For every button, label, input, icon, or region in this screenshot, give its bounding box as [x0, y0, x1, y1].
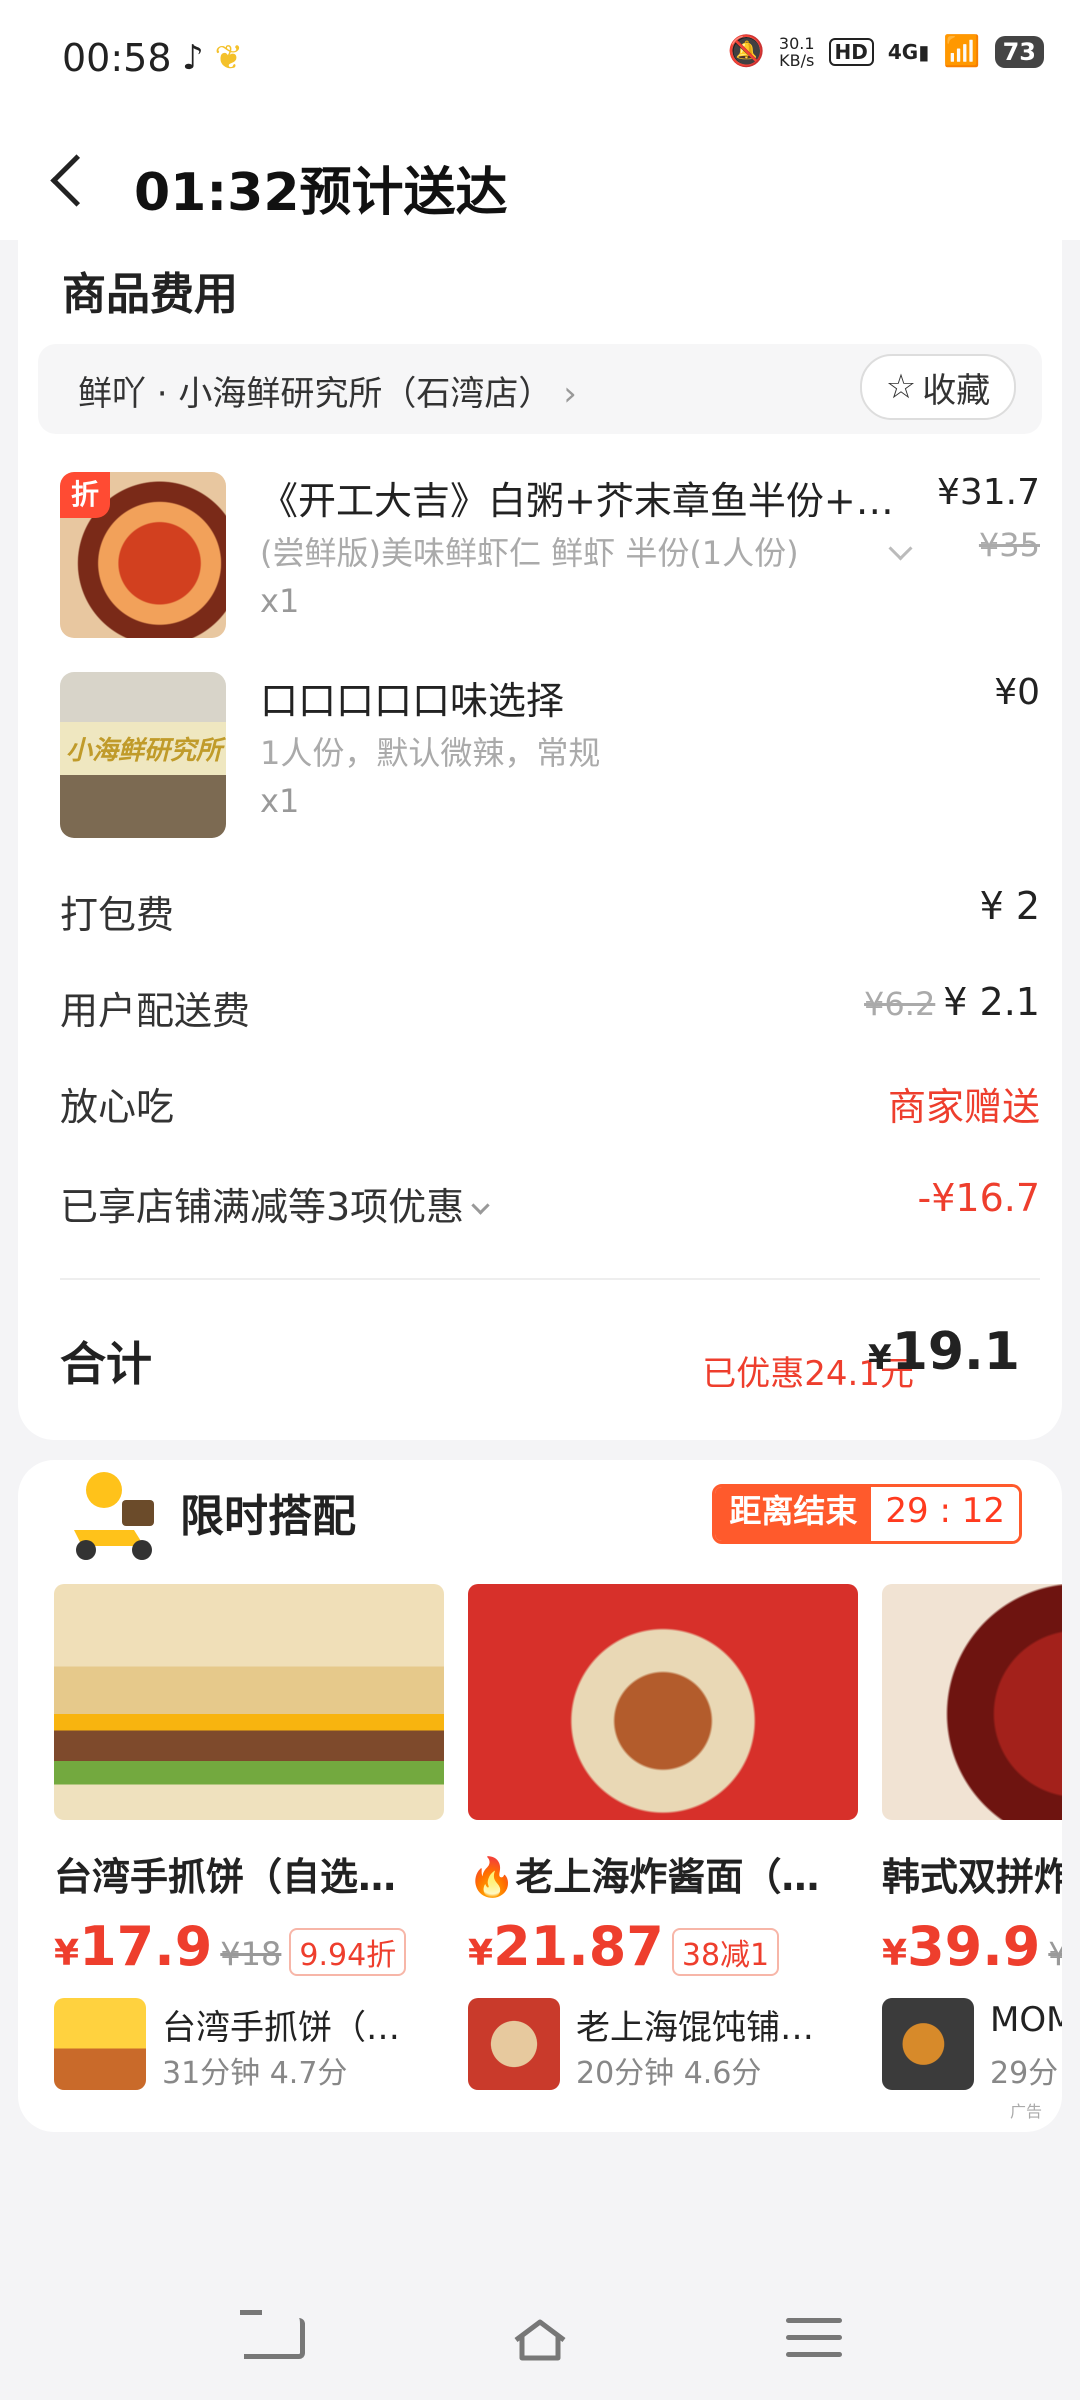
ad-label: 广告: [1009, 2102, 1042, 2121]
shop-name: 老上海馄饨铺（石湾店）: [576, 2008, 846, 2048]
status-time: 00:58: [62, 36, 172, 80]
nav-back-icon[interactable]: [240, 2310, 305, 2359]
shop-name: MOM: [990, 2000, 1062, 2040]
shop-logo: [882, 1998, 974, 2090]
item-thumbnail: 折: [60, 472, 226, 638]
product-image: [882, 1584, 1062, 1820]
chevron-down-icon: [471, 1196, 490, 1215]
delivery-rider-icon: [74, 1472, 154, 1560]
star-icon: ☆: [885, 367, 917, 407]
product-original-price: ¥18: [220, 1935, 282, 1973]
product-card[interactable]: 🔥老上海炸酱面（招牌） ¥21.87 38减1 老上海馄饨铺（石湾店） 20分钟…: [468, 1584, 858, 2091]
favorite-label: 收藏: [922, 370, 991, 411]
item-qty: x1: [260, 782, 300, 820]
product-shop: 台湾手抓饼（石湾店） 31分钟 4.7分: [54, 1998, 444, 2091]
status-right: 🔕 30.1 KB/s HD 4G▮ 📶 73: [728, 34, 1044, 69]
delivery-original: ¥6.2: [864, 985, 936, 1023]
shop-meta: 29分: [990, 2056, 1059, 2091]
order-item[interactable]: 小海鲜研究所 口口口口口味选择 1人份，默认微辣，常规 x1 ¥0: [60, 672, 1040, 842]
product-price: ¥17.9: [54, 1915, 213, 1978]
favorite-button[interactable]: ☆ 收藏: [860, 354, 1016, 420]
shop-logo: [54, 1998, 146, 2090]
total-value: ¥19.1: [868, 1322, 1020, 1382]
notification-icons: ♪ ❦: [182, 38, 244, 78]
expand-chevron-icon[interactable]: [888, 536, 913, 561]
battery-icon: 73: [994, 35, 1044, 68]
countdown-timer: 距离结束 29 : 12: [712, 1484, 1022, 1544]
item-spec: 1人份，默认微辣，常规: [260, 734, 601, 772]
product-shop: MOM 29分: [882, 1998, 1062, 2091]
page-title: 01:32预计送达: [134, 163, 508, 223]
nav-home-icon[interactable]: [512, 2318, 568, 2362]
item-qty: x1: [260, 582, 300, 620]
order-item[interactable]: 折 《开工大吉》白粥+芥末章鱼半份+美味鲜虾仁 (尝鲜版)美味鲜虾仁 鲜虾 半份…: [60, 472, 1040, 642]
delivery-fee: ¥ 2.1: [943, 980, 1040, 1024]
wifi-icon: 📶: [943, 34, 981, 69]
safe-eat-row: 放心吃 商家赠送: [60, 1076, 1040, 1136]
shop-name: 台湾手抓饼（石湾店）: [162, 2008, 432, 2048]
packing-fee: ¥ 2: [979, 884, 1040, 928]
system-nav-bar: [0, 2260, 1080, 2400]
safe-eat-value: 商家赠送: [887, 1085, 1040, 1129]
item-spec: (尝鲜版)美味鲜虾仁 鲜虾 半份(1人份): [260, 534, 799, 572]
product-badge: 38减1: [671, 1928, 780, 1976]
order-fee-card: 商品费用 鲜吖 · 小海鲜研究所（石湾店） › ☆ 收藏 折 《开工大吉》白粥+…: [18, 240, 1062, 1440]
item-original-price: ¥35: [978, 526, 1040, 564]
chevron-right-icon: ›: [563, 374, 577, 414]
mute-icon: 🔕: [727, 34, 765, 69]
item-name: 《开工大吉》白粥+芥末章鱼半份+美味鲜虾仁: [260, 479, 900, 523]
item-price: ¥0: [994, 672, 1040, 713]
shop-meta: 31分钟 4.7分: [162, 2056, 348, 2091]
item-name: 口口口口口味选择: [260, 679, 565, 723]
discount-row[interactable]: 已享店铺满减等3项优惠 -¥16.7: [60, 1176, 1040, 1236]
product-shop: 老上海馄饨铺（石湾店） 20分钟 4.6分: [468, 1998, 858, 2091]
discount-value: -¥16.7: [917, 1176, 1041, 1220]
signal-icon: 4G▮: [887, 39, 930, 64]
product-name: 台湾手抓饼（自选套餐）: [54, 1855, 434, 1899]
product-card[interactable]: 台湾手抓饼（自选套餐） ¥17.9 ¥18 9.94折 台湾手抓饼（石湾店） 3…: [54, 1584, 444, 2091]
limited-combo-card: 限时搭配 距离结束 29 : 12 台湾手抓饼（自选套餐） ¥17.9 ¥18 …: [18, 1460, 1062, 2132]
product-image: [468, 1584, 858, 1820]
total-label: 合计: [60, 1337, 152, 1391]
shop-meta: 20分钟 4.6分: [576, 2056, 762, 2091]
product-name: 韩式双拼炸鸡: [882, 1855, 1062, 1899]
net-speed: 30.1 KB/s: [778, 33, 815, 70]
back-arrow-icon[interactable]: [50, 154, 103, 207]
product-image: [54, 1584, 444, 1820]
shop-logo: [468, 1998, 560, 2090]
packing-fee-row: 打包费 ¥ 2: [60, 884, 1040, 937]
section-title: 商品费用: [62, 269, 238, 320]
item-price: ¥31.7: [936, 472, 1040, 513]
product-name: 🔥老上海炸酱面（招牌）: [468, 1855, 848, 1899]
product-badge: 9.94折: [289, 1928, 407, 1976]
item-thumbnail: 小海鲜研究所: [60, 672, 226, 838]
header: 01:32预计送达: [0, 120, 1080, 240]
status-bar: 00:58 ♪ ❦ 🔕 30.1 KB/s HD 4G▮ 📶 73: [0, 0, 1080, 120]
nav-menu-icon[interactable]: [786, 2318, 842, 2362]
product-original-price: ¥: [1048, 1935, 1062, 1973]
product-price: ¥21.87: [468, 1915, 664, 1978]
product-price: ¥39.9: [882, 1915, 1041, 1978]
shop-name[interactable]: 鲜吖 · 小海鲜研究所（石湾店） ›: [78, 366, 577, 415]
discount-tag: 折: [60, 472, 110, 518]
divider: [60, 1278, 1040, 1280]
hd-icon: HD: [828, 37, 874, 66]
shop-bar[interactable]: 鲜吖 · 小海鲜研究所（石湾店） › ☆ 收藏: [38, 344, 1042, 434]
promo-title: 限时搭配: [180, 1491, 356, 1542]
product-card[interactable]: 韩式双拼炸鸡 ¥39.9 ¥ MOM 29分: [882, 1584, 1062, 2091]
delivery-fee-row: 用户配送费 ¥6.2 ¥ 2.1: [60, 980, 1040, 1033]
